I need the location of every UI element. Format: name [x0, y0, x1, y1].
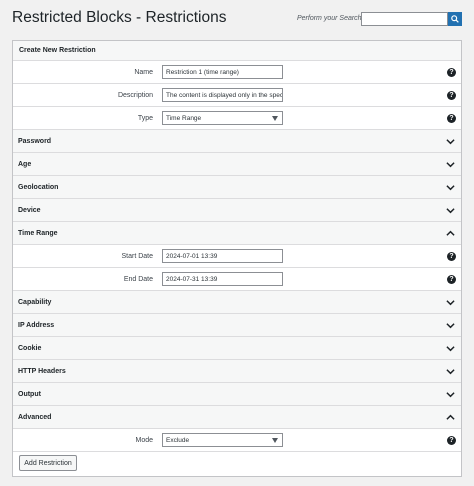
section-label: Capability — [18, 299, 52, 306]
chevron-up-icon — [446, 230, 455, 236]
section-advanced[interactable]: Advanced — [13, 406, 461, 429]
type-row: Type Time Range ? — [13, 107, 461, 130]
chevron-down-icon — [446, 369, 455, 375]
section-label: IP Address — [18, 322, 55, 329]
section-geolocation[interactable]: Geolocation — [13, 176, 461, 199]
description-label: Description — [117, 92, 153, 99]
restriction-panel: Create New Restriction Name Restriction … — [12, 40, 462, 477]
chevron-up-icon — [446, 414, 455, 420]
section-label: Age — [18, 161, 32, 168]
chevron-down-icon — [446, 392, 455, 398]
search-button[interactable] — [448, 12, 462, 26]
help-icon[interactable]: ? — [447, 252, 456, 261]
section-label: Time Range — [18, 230, 58, 237]
section-capability[interactable]: Capability — [13, 291, 461, 314]
name-label: Name — [134, 69, 153, 76]
top-bar: Restricted Blocks - Restrictions Perform… — [0, 0, 474, 38]
description-row: Description The content is displayed onl… — [13, 84, 461, 107]
dropdown-arrow-icon — [272, 438, 278, 443]
chevron-down-icon — [446, 323, 455, 329]
chevron-down-icon — [446, 185, 455, 191]
type-label: Type — [137, 115, 153, 122]
help-icon[interactable]: ? — [447, 114, 456, 123]
section-label: Cookie — [18, 345, 42, 352]
description-input[interactable]: The content is displayed only in the spe… — [162, 88, 283, 102]
section-label: Device — [18, 207, 41, 214]
end-date-label: End Date — [123, 276, 153, 283]
section-label: Output — [18, 391, 41, 398]
section-label: HTTP Headers — [18, 368, 66, 375]
name-row: Name Restriction 1 (time range) ? — [13, 61, 461, 84]
start-date-input[interactable]: 2024-07-01 13:39 — [162, 249, 283, 263]
help-icon[interactable]: ? — [447, 68, 456, 77]
name-input[interactable]: Restriction 1 (time range) — [162, 65, 283, 79]
search-input[interactable] — [361, 12, 448, 26]
help-icon[interactable]: ? — [447, 91, 456, 100]
chevron-down-icon — [446, 162, 455, 168]
mode-row: Mode Exclude ? — [13, 429, 461, 452]
section-ip-address[interactable]: IP Address — [13, 314, 461, 337]
section-age[interactable]: Age — [13, 153, 461, 176]
chevron-down-icon — [446, 346, 455, 352]
panel-title: Create New Restriction — [13, 41, 461, 61]
mode-label: Mode — [135, 437, 153, 444]
search-icon — [451, 15, 459, 23]
chevron-down-icon — [446, 139, 455, 145]
search-label: Perform your Search — [297, 15, 362, 22]
mode-select[interactable]: Exclude — [162, 433, 283, 447]
page-title: Restricted Blocks - Restrictions — [12, 9, 227, 26]
section-device[interactable]: Device — [13, 199, 461, 222]
section-output[interactable]: Output — [13, 383, 461, 406]
end-date-row: End Date 2024-07-31 13:39 ? — [13, 268, 461, 291]
type-select-value: Time Range — [166, 115, 202, 122]
type-select[interactable]: Time Range — [162, 111, 283, 125]
help-icon[interactable]: ? — [447, 275, 456, 284]
add-restriction-button[interactable]: Add Restriction — [19, 455, 77, 471]
section-time-range[interactable]: Time Range — [13, 222, 461, 245]
section-password[interactable]: Password — [13, 130, 461, 153]
section-label: Geolocation — [18, 184, 59, 191]
section-label: Password — [18, 138, 52, 145]
start-date-label: Start Date — [121, 253, 153, 260]
section-label: Advanced — [18, 414, 52, 421]
section-http-headers[interactable]: HTTP Headers — [13, 360, 461, 383]
chevron-down-icon — [446, 300, 455, 306]
mode-select-value: Exclude — [166, 437, 190, 444]
end-date-input[interactable]: 2024-07-31 13:39 — [162, 272, 283, 286]
start-date-row: Start Date 2024-07-01 13:39 ? — [13, 245, 461, 268]
chevron-down-icon — [446, 208, 455, 214]
dropdown-arrow-icon — [272, 116, 278, 121]
help-icon[interactable]: ? — [447, 436, 456, 445]
section-cookie[interactable]: Cookie — [13, 337, 461, 360]
